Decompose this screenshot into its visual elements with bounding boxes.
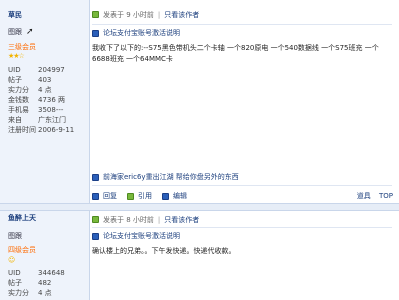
ad-icon [92, 173, 99, 181]
post1-stars-icon: ★★☆ [8, 52, 25, 60]
post1-tools: 道具 TOP [351, 191, 393, 201]
post2-role: 四级会员 [8, 246, 36, 254]
info-row: 来自 广东江门 [8, 116, 66, 124]
info-row: UID 344648 [8, 269, 65, 277]
notice-icon [92, 29, 99, 37]
post2-meta: 发表于 8 小时前 | 只看该作者 [92, 213, 199, 226]
post1-user-info: UID 204997 帖子 403 实力分 4 点 金钱数 4736 两 手机易 3508… [8, 65, 88, 135]
post1-footer-rule [92, 185, 392, 186]
post1-time: 发表于 9 小时前 [103, 10, 154, 19]
top-link[interactable]: TOP [379, 192, 393, 200]
quote-button[interactable]: 引用 [127, 191, 152, 201]
post2-avatar-label: 图跟 [8, 232, 22, 240]
notice-icon [92, 232, 99, 240]
post1-meta: 发表于 9 小时前 | 只看该作者 [92, 8, 199, 21]
info-row: UID 204997 [8, 66, 65, 74]
post1-notice-link[interactable]: 论坛支付宝账号激活说明 [92, 28, 180, 38]
post-separator [0, 203, 399, 211]
edit-button[interactable]: 编辑 [162, 191, 187, 201]
post2-time: 发表于 8 小时前 [103, 215, 154, 224]
post-icon [92, 11, 99, 18]
quote-label: 引用 [138, 192, 152, 200]
notice-text: 论坛支付宝账号激活说明 [103, 29, 180, 37]
post1-ad-link[interactable]: 前海家eric6y重出江湖 帮给你盘另外的东西 [92, 172, 239, 182]
props-link[interactable]: 道具 [357, 192, 371, 200]
edit-icon [162, 192, 169, 200]
post2-stars-icon: ☺ [8, 256, 15, 264]
post2-author-name[interactable]: 鱼醉上天 [8, 213, 36, 223]
info-row: 实力分 4 点 [8, 86, 52, 94]
reply-label: 回复 [103, 192, 117, 200]
info-row: 手机易 3508--- [8, 106, 64, 114]
author-only-link[interactable]: 只看该作者 [164, 10, 199, 20]
ad-text: 前海家eric6y重出江湖 帮给你盘另外的东西 [103, 173, 239, 181]
meta-separator: | [157, 215, 161, 224]
post2-content: 确认楼上的兄弟。。下午发快递。快递代收款。 [92, 247, 236, 255]
reply-button[interactable]: 回复 [92, 191, 117, 201]
mouse-cursor-icon: ➚ [26, 27, 34, 37]
info-row: 帖子 482 [8, 279, 52, 287]
post1-content: 我收下了以下的:--S75黑色带机头二个卡轴 一个820原电 一个540数据线 … [92, 44, 379, 63]
info-row: 实力分 4 点 [8, 289, 52, 297]
post2-meta-rule [92, 227, 392, 228]
quote-icon [127, 192, 134, 200]
post1-actions: 回复 引用 编辑 [92, 191, 197, 201]
post1-role: 三级会员 [8, 43, 36, 51]
meta-separator: | [157, 10, 161, 19]
post1-meta-rule [92, 24, 392, 25]
post1-author-name[interactable]: 草民 [8, 10, 22, 20]
edit-label: 编辑 [173, 192, 187, 200]
author-only-link[interactable]: 只看该作者 [164, 215, 199, 225]
notice-text: 论坛支付宝账号激活说明 [103, 232, 180, 240]
post2-user-info: UID 344648 帖子 482 实力分 4 点 [8, 268, 88, 298]
post2-notice-link[interactable]: 论坛支付宝账号激活说明 [92, 231, 180, 241]
reply-icon [92, 192, 99, 200]
info-row: 注册时间 2006-9-11 [8, 126, 75, 134]
post-icon [92, 216, 99, 223]
info-row: 金钱数 4736 两 [8, 96, 66, 104]
post1-avatar-label: 图跟 [8, 28, 22, 36]
info-row: 帖子 403 [8, 76, 52, 84]
